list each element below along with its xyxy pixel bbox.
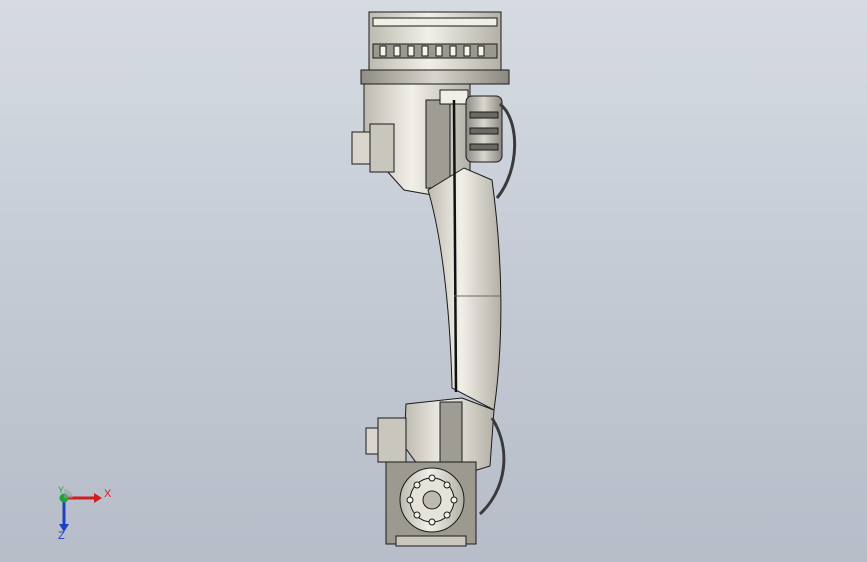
j3-motor: [465, 95, 503, 163]
x-axis-label: X: [104, 488, 112, 500]
z-axis-label: Z: [58, 530, 65, 542]
robot-base: [360, 11, 510, 85]
wrist-flange: [385, 461, 477, 547]
graphics-viewport[interactable]: X Y Z: [0, 0, 867, 562]
y-axis-label: Y: [58, 485, 65, 495]
coordinate-triad: X Y Z: [50, 484, 120, 544]
robot-arm-model[interactable]: [0, 0, 867, 562]
